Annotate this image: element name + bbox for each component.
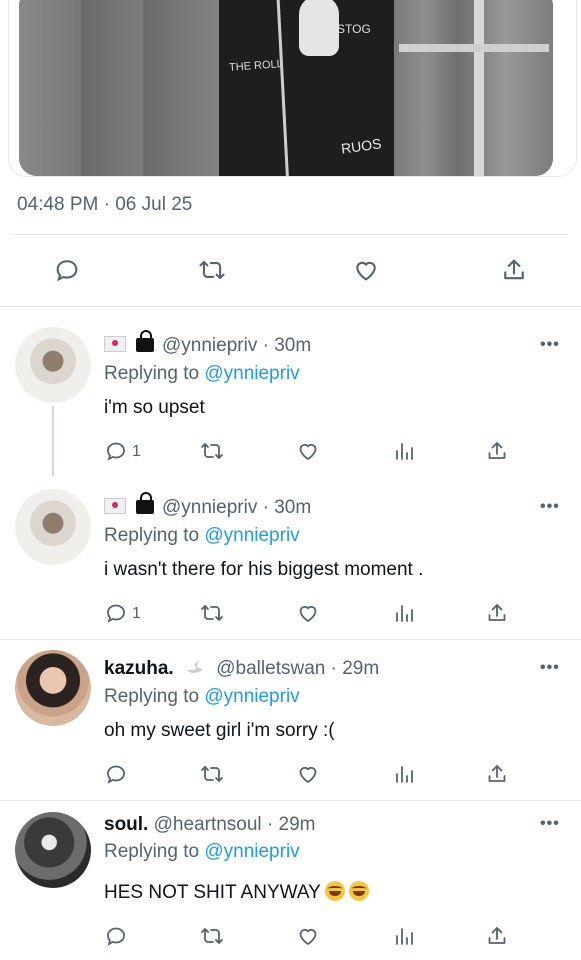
replying-prefix: Replying to <box>104 841 200 862</box>
reply-handle[interactable]: @heartnsoul <box>154 814 262 835</box>
like-icon[interactable] <box>296 601 320 625</box>
tweet-timestamp[interactable]: 04:48 PM · 06 Jul 25 <box>17 194 192 216</box>
like-icon[interactable] <box>296 924 320 948</box>
reply-text: i wasn't there for his biggest moment . <box>104 559 424 580</box>
retweet-icon[interactable] <box>199 762 225 786</box>
separator <box>0 639 581 640</box>
reply-icon[interactable] <box>104 762 128 786</box>
thread-line <box>52 406 54 476</box>
photo-wall <box>19 0 224 176</box>
avatar[interactable] <box>15 650 91 726</box>
retweet-icon[interactable] <box>197 256 227 284</box>
replying-to: Replying to @ynniepriv <box>104 841 300 863</box>
avatar[interactable] <box>15 327 91 403</box>
more-icon[interactable]: ••• <box>540 659 560 677</box>
reply-time[interactable]: · 29m <box>267 814 316 835</box>
reply-header: @ynniepriv · 30m <box>104 492 312 519</box>
share-icon[interactable] <box>485 601 509 625</box>
reply-count: 1 <box>132 443 141 460</box>
photo-hand <box>299 0 339 56</box>
reply-time[interactable]: · 29m <box>331 658 380 679</box>
more-icon[interactable]: ••• <box>540 336 560 354</box>
reply-text-container: HES NOT SHIT ANYWAY <box>104 881 369 904</box>
reply-handle[interactable]: @balletswan <box>216 658 325 679</box>
analytics-icon[interactable] <box>392 924 416 948</box>
separator <box>0 306 581 307</box>
laughing-emoji-icon <box>324 881 345 901</box>
share-icon[interactable] <box>485 439 509 463</box>
replying-prefix: Replying to <box>104 363 200 384</box>
replying-prefix: Replying to <box>104 686 200 707</box>
tweet-photo[interactable]: THE ROLL STOG RUOS <box>19 0 553 176</box>
reply-count: 1 <box>132 605 141 622</box>
analytics-icon[interactable] <box>392 601 416 625</box>
reply-header: kazuha. @balletswan · 29m <box>104 658 379 680</box>
reply-handle[interactable]: @ynniepriv <box>162 335 257 356</box>
reply-header: @ynniepriv · 30m <box>104 330 312 357</box>
envelope-icon <box>104 498 126 514</box>
replying-to-link[interactable]: @ynniepriv <box>204 525 299 546</box>
replying-to-link[interactable]: @ynniepriv <box>204 841 299 862</box>
reply-time[interactable]: · 30m <box>263 497 312 518</box>
like-icon[interactable] <box>352 256 380 284</box>
reply-text: i'm so upset <box>104 397 205 418</box>
like-icon[interactable] <box>296 762 320 786</box>
like-icon[interactable] <box>296 439 320 463</box>
avatar[interactable] <box>15 489 91 565</box>
reply-text: oh my sweet girl i'm sorry :( <box>104 720 335 741</box>
retweet-icon[interactable] <box>199 601 225 625</box>
more-icon[interactable]: ••• <box>540 815 560 833</box>
avatar[interactable] <box>15 812 91 888</box>
reply-icon[interactable] <box>104 601 128 625</box>
share-icon[interactable] <box>485 762 509 786</box>
share-icon[interactable] <box>500 256 528 284</box>
separator <box>0 800 581 801</box>
separator <box>13 234 568 235</box>
reply-icon[interactable] <box>53 256 81 284</box>
replying-to: Replying to @ynniepriv <box>104 686 300 708</box>
reply-time[interactable]: · 30m <box>263 335 312 356</box>
reply-header: soul. @heartnsoul · 29m <box>104 814 316 836</box>
reply-display-name[interactable]: kazuha. <box>104 658 174 679</box>
retweet-icon[interactable] <box>199 439 225 463</box>
replying-to: Replying to @ynniepriv <box>104 363 300 385</box>
photo-door-rail <box>399 44 549 52</box>
envelope-icon <box>104 336 126 352</box>
lock-icon <box>136 492 154 514</box>
photo-door-bar <box>474 0 484 176</box>
share-icon[interactable] <box>485 924 509 948</box>
photo-text-2: STOG <box>337 22 371 36</box>
more-icon[interactable]: ••• <box>540 498 560 516</box>
analytics-icon[interactable] <box>392 762 416 786</box>
reply-icon[interactable] <box>104 439 128 463</box>
reply-icon[interactable] <box>104 924 128 948</box>
replying-to-link[interactable]: @ynniepriv <box>204 363 299 384</box>
reply-handle[interactable]: @ynniepriv <box>162 497 257 518</box>
analytics-icon[interactable] <box>392 439 416 463</box>
lock-icon <box>136 330 154 352</box>
laughing-emoji-icon <box>348 881 369 901</box>
replying-to-link[interactable]: @ynniepriv <box>204 686 299 707</box>
swan-icon <box>186 661 203 673</box>
replying-prefix: Replying to <box>104 525 200 546</box>
reply-display-name[interactable]: soul. <box>104 814 148 835</box>
replying-to: Replying to @ynniepriv <box>104 525 300 547</box>
retweet-icon[interactable] <box>199 924 225 948</box>
reply-text: HES NOT SHIT ANYWAY <box>104 882 321 903</box>
